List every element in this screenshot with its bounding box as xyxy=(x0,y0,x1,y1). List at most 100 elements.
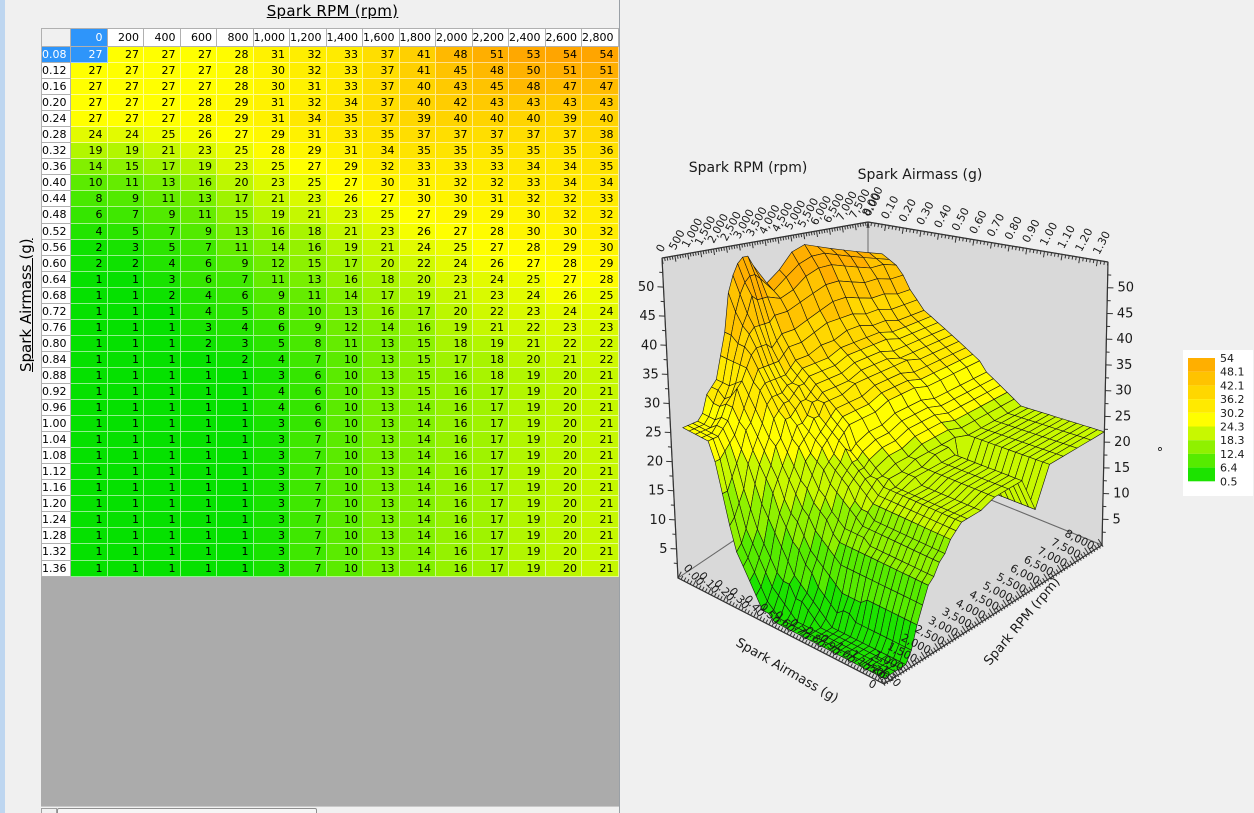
table-cell[interactable]: 19 xyxy=(509,384,546,400)
table-cell[interactable]: 42 xyxy=(436,95,473,111)
table-cell[interactable]: 15 xyxy=(400,336,437,352)
table-cell[interactable]: 19 xyxy=(327,240,364,256)
table-cell[interactable]: 14 xyxy=(400,544,437,560)
column-header[interactable]: 2,400 xyxy=(509,28,546,47)
table-cell[interactable]: 2 xyxy=(144,288,181,304)
table-cell[interactable]: 16 xyxy=(436,464,473,480)
table-cell[interactable]: 1 xyxy=(71,320,108,336)
table-cell[interactable]: 29 xyxy=(327,159,364,175)
table-cell[interactable]: 25 xyxy=(509,272,546,288)
table-cell[interactable]: 15 xyxy=(217,207,254,223)
table-cell[interactable]: 17 xyxy=(144,159,181,175)
table-cell[interactable]: 3 xyxy=(254,464,291,480)
table-cell[interactable]: 14 xyxy=(400,416,437,432)
row-header[interactable]: 0.12 xyxy=(41,63,71,79)
table-cell[interactable]: 28 xyxy=(582,272,619,288)
row-header[interactable]: 0.32 xyxy=(41,143,71,159)
table-cell[interactable]: 13 xyxy=(327,304,364,320)
table-cell[interactable]: 21 xyxy=(582,528,619,544)
table-cell[interactable]: 29 xyxy=(582,256,619,272)
table-cell[interactable]: 1 xyxy=(108,432,145,448)
table-cell[interactable]: 54 xyxy=(582,47,619,63)
table-cell[interactable]: 21 xyxy=(582,496,619,512)
table-cell[interactable]: 34 xyxy=(327,95,364,111)
table-cell[interactable]: 7 xyxy=(290,561,327,577)
table-cell[interactable]: 1 xyxy=(181,368,218,384)
table-cell[interactable]: 1 xyxy=(71,544,108,560)
table-cell[interactable]: 14 xyxy=(400,400,437,416)
row-header[interactable]: 0.64 xyxy=(41,272,71,288)
table-cell[interactable]: 13 xyxy=(363,496,400,512)
table-cell[interactable]: 43 xyxy=(582,95,619,111)
table-cell[interactable]: 17 xyxy=(473,432,510,448)
table-cell[interactable]: 10 xyxy=(327,448,364,464)
table-cell[interactable]: 38 xyxy=(582,127,619,143)
table-cell[interactable]: 51 xyxy=(546,63,583,79)
table-cell[interactable]: 21 xyxy=(363,240,400,256)
table-cell[interactable]: 17 xyxy=(473,400,510,416)
table-cell[interactable]: 13 xyxy=(181,191,218,207)
table-cell[interactable]: 28 xyxy=(181,111,218,127)
table-cell[interactable]: 14 xyxy=(363,320,400,336)
table-cell[interactable]: 1 xyxy=(71,528,108,544)
table-cell[interactable]: 1 xyxy=(217,400,254,416)
table-cell[interactable]: 31 xyxy=(290,79,327,95)
table-cell[interactable]: 1 xyxy=(144,464,181,480)
table-cell[interactable]: 17 xyxy=(473,384,510,400)
column-header[interactable]: 1,800 xyxy=(400,28,437,47)
table-cell[interactable]: 12 xyxy=(327,320,364,336)
table-cell[interactable]: 13 xyxy=(144,175,181,191)
table-cell[interactable]: 26 xyxy=(546,288,583,304)
table-cell[interactable]: 13 xyxy=(363,432,400,448)
table-cell[interactable]: 43 xyxy=(509,95,546,111)
table-cell[interactable]: 27 xyxy=(217,127,254,143)
table-cell[interactable]: 16 xyxy=(254,224,291,240)
table-cell[interactable]: 1 xyxy=(108,448,145,464)
table-cell[interactable]: 4 xyxy=(181,288,218,304)
table-cell[interactable]: 16 xyxy=(436,432,473,448)
table-cell[interactable]: 1 xyxy=(71,304,108,320)
table-cell[interactable]: 25 xyxy=(436,240,473,256)
table-cell[interactable]: 1 xyxy=(217,368,254,384)
table-cell[interactable]: 10 xyxy=(327,496,364,512)
table-cell[interactable]: 10 xyxy=(327,352,364,368)
table-cell[interactable]: 1 xyxy=(217,416,254,432)
table-cell[interactable]: 35 xyxy=(436,143,473,159)
table-cell[interactable]: 25 xyxy=(290,175,327,191)
table-cell[interactable]: 10 xyxy=(327,464,364,480)
table-cell[interactable]: 4 xyxy=(181,304,218,320)
table-cell[interactable]: 6 xyxy=(181,256,218,272)
table-cell[interactable]: 3 xyxy=(254,528,291,544)
table-cell[interactable]: 30 xyxy=(582,240,619,256)
table-cell[interactable]: 14 xyxy=(327,288,364,304)
table-cell[interactable]: 1 xyxy=(71,561,108,577)
column-header[interactable]: 1,000 xyxy=(254,28,291,47)
table-cell[interactable]: 2 xyxy=(108,256,145,272)
table-cell[interactable]: 14 xyxy=(400,561,437,577)
table-cell[interactable]: 13 xyxy=(363,480,400,496)
table-cell[interactable]: 10 xyxy=(327,400,364,416)
table-cell[interactable]: 11 xyxy=(254,272,291,288)
table-cell[interactable]: 1 xyxy=(144,448,181,464)
table-cell[interactable]: 3 xyxy=(254,416,291,432)
table-cell[interactable]: 16 xyxy=(436,544,473,560)
table-cell[interactable]: 27 xyxy=(108,95,145,111)
table-cell[interactable]: 27 xyxy=(181,79,218,95)
table-cell[interactable]: 40 xyxy=(509,111,546,127)
table-cell[interactable]: 1 xyxy=(217,528,254,544)
table-cell[interactable]: 22 xyxy=(509,320,546,336)
table-cell[interactable]: 1 xyxy=(71,496,108,512)
row-header[interactable]: 0.60 xyxy=(41,256,71,272)
table-cell[interactable]: 9 xyxy=(144,207,181,223)
table-cell[interactable]: 19 xyxy=(509,464,546,480)
table-cell[interactable]: 22 xyxy=(546,336,583,352)
table-cell[interactable]: 11 xyxy=(181,207,218,223)
table-cell[interactable]: 4 xyxy=(71,224,108,240)
table-cell[interactable]: 31 xyxy=(254,47,291,63)
table-cell[interactable]: 28 xyxy=(546,256,583,272)
table-cell[interactable]: 13 xyxy=(363,561,400,577)
table-cell[interactable]: 23 xyxy=(582,320,619,336)
table-cell[interactable]: 13 xyxy=(363,464,400,480)
scrollbar-thumb[interactable] xyxy=(57,808,317,813)
table-cell[interactable]: 1 xyxy=(217,496,254,512)
